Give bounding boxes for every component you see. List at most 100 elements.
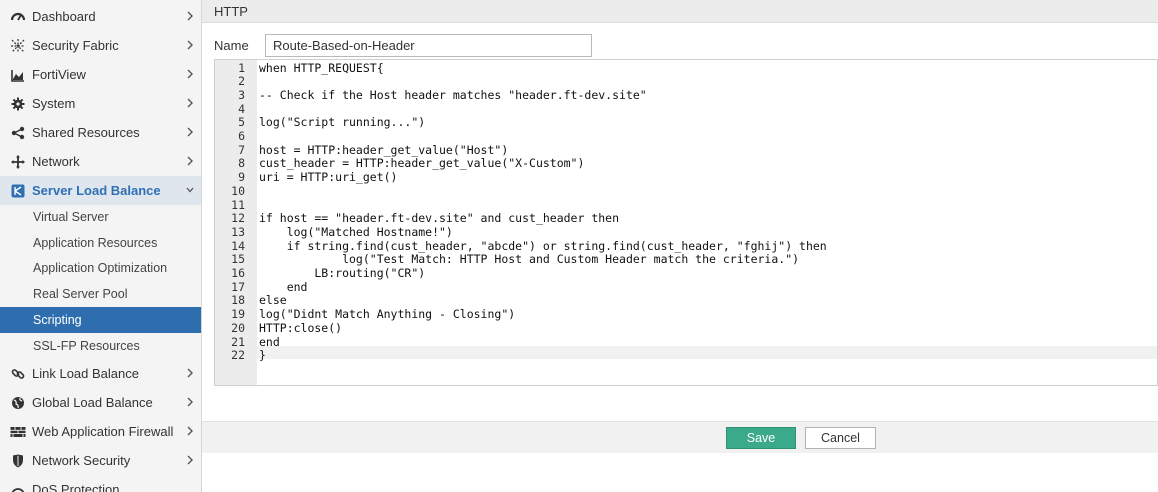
sidebar-item-label: Network bbox=[32, 154, 80, 169]
sidebar-subitem-label: Application Optimization bbox=[33, 261, 168, 275]
code-line: when HTTP_REQUEST{ bbox=[259, 60, 384, 75]
save-button[interactable]: Save bbox=[726, 427, 796, 449]
chevron-right-icon bbox=[187, 127, 193, 137]
globe-icon bbox=[10, 395, 26, 411]
sidebar-item-label: Global Load Balance bbox=[32, 395, 153, 410]
sidebar-item-link-load-balance[interactable]: Link Load Balance bbox=[0, 359, 201, 388]
sidebar: Dashboard Security Fabric FortiView Syst… bbox=[0, 0, 202, 492]
sidebar-subitem-label: Scripting bbox=[33, 313, 82, 327]
code-line: log("Script running...") bbox=[259, 115, 426, 130]
sidebar-subitem-application-resources[interactable]: Application Resources bbox=[0, 230, 201, 256]
link-icon bbox=[10, 366, 26, 382]
sidebar-item-fortiview[interactable]: FortiView bbox=[0, 60, 201, 89]
sidebar-subitem-label: Application Resources bbox=[33, 236, 158, 250]
line-number: 19 bbox=[231, 307, 245, 322]
sidebar-subitem-scripting[interactable]: Scripting bbox=[0, 307, 201, 333]
chevron-right-icon bbox=[187, 426, 193, 436]
sidebar-item-label: Web Application Firewall bbox=[32, 424, 174, 439]
chevron-right-icon bbox=[187, 11, 193, 21]
sidebar-item-label: Server Load Balance bbox=[32, 183, 161, 198]
line-number: 7 bbox=[238, 142, 245, 157]
code-editor[interactable]: 1 2 3 4 5 6 7 8 9 10 11 12 13 14 15 16 17 18 19 20 21 22 when… bbox=[214, 59, 1158, 386]
code-line: LB:routing("CR") bbox=[259, 266, 426, 280]
line-number: 15 bbox=[231, 252, 245, 267]
line-number: 20 bbox=[231, 320, 245, 335]
line-number: 12 bbox=[231, 211, 245, 226]
line-number: 10 bbox=[231, 183, 245, 198]
sidebar-item-dos-protection[interactable]: DoS Protection bbox=[0, 475, 201, 492]
sidebar-item-security-fabric[interactable]: Security Fabric bbox=[0, 31, 201, 60]
cancel-button[interactable]: Cancel bbox=[805, 427, 876, 449]
sidebar-item-dashboard[interactable]: Dashboard bbox=[0, 2, 201, 31]
page-title: HTTP bbox=[214, 3, 248, 19]
name-field[interactable] bbox=[265, 34, 592, 57]
network-icon bbox=[10, 154, 26, 170]
sidebar-subitem-virtual-server[interactable]: Virtual Server bbox=[0, 204, 201, 230]
code-line: uri = HTTP:uri_get() bbox=[259, 170, 398, 185]
line-number: 2 bbox=[238, 74, 245, 89]
sidebar-item-label: Shared Resources bbox=[32, 125, 140, 140]
line-number: 9 bbox=[238, 170, 245, 185]
line-number: 3 bbox=[238, 87, 245, 102]
main-content: HTTP Name 123456789101112131415161718192… bbox=[202, 0, 1158, 492]
sidebar-item-label: FortiView bbox=[32, 67, 86, 82]
sidebar-item-label: DoS Protection bbox=[32, 482, 120, 492]
code-line: HTTP:close() bbox=[259, 320, 343, 335]
sidebar-item-global-load-balance[interactable]: Global Load Balance bbox=[0, 388, 201, 417]
line-number: 13 bbox=[231, 224, 245, 239]
security-fabric-icon bbox=[10, 38, 26, 54]
line-number: 16 bbox=[231, 266, 245, 280]
line-number: 1 bbox=[238, 60, 245, 75]
sidebar-item-label: Network Security bbox=[32, 453, 131, 468]
code-line: } bbox=[259, 348, 266, 363]
sidebar-item-system[interactable]: System bbox=[0, 89, 201, 118]
code-line: end bbox=[259, 334, 280, 349]
gear-icon bbox=[10, 96, 26, 112]
line-number: 6 bbox=[238, 129, 245, 143]
line-number: 17 bbox=[231, 279, 245, 294]
code-line: if host == "header.ft-dev.site" and cust… bbox=[259, 211, 620, 226]
sidebar-item-label: Security Fabric bbox=[32, 38, 119, 53]
sidebar-subitem-ssl-fp-resources[interactable]: SSL-FP Resources bbox=[0, 333, 201, 359]
chevron-right-icon bbox=[187, 98, 193, 108]
code-line: log("Matched Hostname!") bbox=[259, 224, 453, 239]
chevron-down-icon bbox=[186, 187, 194, 193]
sidebar-item-label: System bbox=[32, 96, 76, 111]
line-number: 22 bbox=[231, 348, 245, 363]
sidebar-item-label: Link Load Balance bbox=[32, 366, 139, 381]
code-line: end bbox=[259, 279, 308, 294]
sidebar-item-network[interactable]: Network bbox=[0, 147, 201, 176]
shield-icon bbox=[10, 453, 26, 469]
sidebar-subitem-label: Virtual Server bbox=[33, 210, 109, 224]
form-actions: Save Cancel bbox=[202, 421, 1158, 453]
line-number: 18 bbox=[231, 293, 245, 308]
page-header: HTTP bbox=[202, 0, 1158, 23]
firewall-icon bbox=[10, 424, 26, 440]
sidebar-item-network-security[interactable]: Network Security bbox=[0, 446, 201, 475]
sidebar-item-server-load-balance[interactable]: Server Load Balance bbox=[0, 176, 201, 205]
sidebar-subitem-application-optimization[interactable]: Application Optimization bbox=[0, 255, 201, 281]
code-line: host = HTTP:header_get_value("Host") bbox=[259, 142, 509, 157]
chevron-right-icon bbox=[187, 40, 193, 50]
code-line: log("Didnt Match Anything - Closing") bbox=[259, 307, 516, 322]
sidebar-subitem-real-server-pool[interactable]: Real Server Pool bbox=[0, 281, 201, 307]
sidebar-item-shared-resources[interactable]: Shared Resources bbox=[0, 118, 201, 147]
code-line: -- Check if the Host header matches "hea… bbox=[259, 87, 647, 102]
sidebar-subitem-label: SSL-FP Resources bbox=[33, 339, 140, 353]
line-number: 21 bbox=[231, 334, 245, 349]
line-number: 4 bbox=[238, 101, 245, 116]
server-load-balance-icon bbox=[10, 183, 26, 199]
chevron-right-icon bbox=[187, 455, 193, 465]
line-number: 5 bbox=[238, 115, 245, 130]
chevron-right-icon bbox=[187, 368, 193, 378]
chevron-right-icon bbox=[187, 156, 193, 166]
code-line: log("Test Match: HTTP Host and Custom He… bbox=[259, 252, 800, 267]
line-number: 14 bbox=[231, 238, 245, 253]
sidebar-item-label: Dashboard bbox=[32, 9, 96, 24]
sidebar-subitem-label: Real Server Pool bbox=[33, 287, 128, 301]
sidebar-item-web-application-firewall[interactable]: Web Application Firewall bbox=[0, 417, 201, 446]
name-label: Name bbox=[214, 38, 249, 53]
current-line-highlight bbox=[215, 345, 1157, 360]
code-line: if string.find(cust_header, "abcde") or … bbox=[259, 238, 827, 253]
dos-icon bbox=[10, 482, 26, 492]
